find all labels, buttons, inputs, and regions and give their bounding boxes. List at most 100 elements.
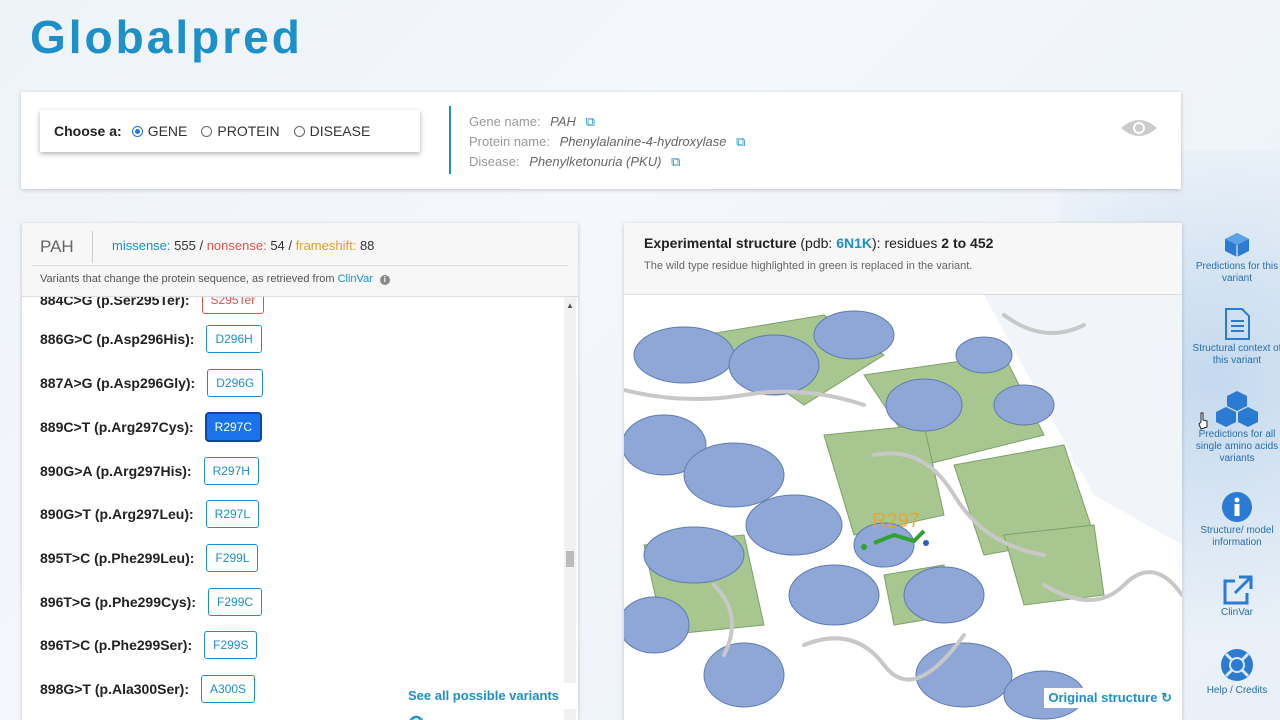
missense-count: 555	[174, 238, 196, 253]
protein-structure-render: R297	[624, 295, 1182, 720]
nonsense-count: 54	[270, 238, 285, 253]
radio-disease-dot[interactable]	[293, 125, 305, 137]
external-link-icon[interactable]: ⧉	[736, 134, 745, 149]
variant-code: 887A>G (p.Asp296Gly):	[40, 375, 196, 391]
radio-gene-label: GENE	[147, 123, 188, 139]
selection-card: Choose a: GENE PROTEIN DISEASE Gene name…	[21, 92, 1181, 189]
variant-button-selected[interactable]: R297C	[205, 413, 262, 441]
scroll-thumb[interactable]	[566, 551, 574, 567]
radio-disease[interactable]: DISEASE	[293, 123, 371, 139]
variant-button[interactable]: R297H	[203, 457, 259, 485]
residues-prefix: ): residues	[872, 235, 938, 251]
see-all-variants-button[interactable]: See all possible variants 👁	[402, 683, 578, 720]
info-icon[interactable]: i	[379, 275, 390, 285]
variant-button[interactable]: F299L	[206, 544, 259, 572]
missense-label: missense:	[112, 238, 171, 253]
variants-gene-name: PAH	[40, 237, 74, 256]
choose-label: Choose a:	[54, 123, 122, 139]
variant-code: 890G>A (p.Arg297His):	[40, 463, 192, 479]
eye-icon[interactable]	[1119, 116, 1159, 140]
nav-clinvar[interactable]: ClinVar	[1190, 575, 1280, 619]
structure-title: Experimental structure (pdb: 6N1K): resi…	[644, 235, 993, 251]
variants-panel: PAH missense: 555 / nonsense: 54 / frame…	[22, 223, 578, 720]
cube-icon	[1225, 233, 1249, 257]
external-link-icon	[1223, 575, 1253, 605]
disease-label: Disease:	[469, 154, 520, 169]
info-icon	[1222, 492, 1252, 522]
list-item: 889C>T (p.Arg297Cys): R297C	[40, 413, 262, 441]
radio-protein-dot[interactable]	[201, 125, 213, 137]
protein-name-line: Protein name: Phenylalanine-4-hydroxylas…	[469, 132, 745, 152]
cubes-icon	[1216, 391, 1258, 427]
nav-label: ClinVar	[1220, 607, 1254, 618]
nav-predictions-variant[interactable]: Predictions for this variant	[1190, 231, 1280, 285]
original-structure-button[interactable]: Original structure ↻	[1044, 688, 1176, 708]
structure-header: Experimental structure (pdb: 6N1K): resi…	[624, 223, 1182, 295]
variant-code: 889C>T (p.Arg297Cys):	[40, 419, 194, 435]
variant-button[interactable]: A300S	[201, 675, 256, 703]
list-item: 884C>G (p.Ser295Ter): S295Ter	[40, 297, 265, 314]
variant-list-scrollbar[interactable]: ▲	[564, 297, 576, 720]
variant-button[interactable]: S295Ter	[201, 297, 265, 314]
variant-code: 890G>T (p.Arg297Leu):	[40, 506, 194, 522]
radio-protein[interactable]: PROTEIN	[201, 123, 280, 139]
variant-button[interactable]: D296H	[206, 325, 262, 353]
variant-button[interactable]: D296G	[207, 369, 264, 397]
external-link-icon[interactable]: ⧉	[586, 114, 595, 129]
header-divider	[32, 265, 568, 266]
variant-code: 898G>T (p.Ala300Ser):	[40, 681, 190, 697]
variant-list[interactable]: 884C>G (p.Ser295Ter): S295Ter 886G>C (p.…	[22, 297, 562, 720]
protein-name-value: Phenylalanine-4-hydroxylase	[559, 134, 727, 149]
structure-title-prefix: Experimental structure	[644, 235, 797, 251]
variant-code: 886G>C (p.Asp296His):	[40, 331, 195, 347]
radio-gene-dot[interactable]	[131, 125, 143, 137]
refresh-icon: ↻	[1161, 690, 1172, 705]
eye-icon: 👁	[408, 714, 425, 720]
variant-button[interactable]: F299C	[208, 588, 263, 616]
nav-structure-info[interactable]: Structure/ model information	[1190, 491, 1280, 549]
see-all-label: See all possible variants	[408, 688, 560, 703]
nav-label: Predictions for this variant	[1195, 261, 1279, 284]
variant-button[interactable]: R297L	[205, 500, 260, 528]
scroll-up-arrow-icon[interactable]: ▲	[566, 301, 574, 310]
structure-subtitle: The wild type residue highlighted in gre…	[644, 260, 973, 272]
variant-button[interactable]: F299S	[204, 631, 258, 659]
nav-structural-context[interactable]: Structural context of this variant	[1190, 307, 1280, 367]
header-separator	[92, 231, 93, 263]
gene-name-value: PAH	[550, 114, 576, 129]
gene-name-line: Gene name: PAH ⧉	[469, 112, 745, 132]
variant-code: 895T>C (p.Phe299Leu):	[40, 550, 195, 566]
structure-panel: Experimental structure (pdb: 6N1K): resi…	[624, 223, 1182, 720]
pdb-prefix: (pdb:	[800, 235, 833, 251]
app-title: Globalpred	[30, 11, 303, 63]
protein-name-label: Protein name:	[469, 134, 550, 149]
residue-label: R297	[872, 510, 920, 532]
radio-gene[interactable]: GENE	[131, 123, 188, 139]
list-item: 896T>C (p.Phe299Ser): F299S	[40, 631, 258, 659]
frameshift-count: 88	[359, 238, 375, 253]
clinvar-link[interactable]: ClinVar	[338, 273, 373, 285]
residue-start: 2	[941, 235, 950, 251]
choose-type-box: Choose a: GENE PROTEIN DISEASE	[40, 110, 420, 152]
list-item: 898G>T (p.Ala300Ser): A300S	[40, 675, 256, 703]
lifebuoy-icon	[1221, 649, 1253, 681]
mouse-cursor-icon	[1198, 412, 1208, 430]
disease-value: Phenylketonuria (PKU)	[529, 154, 662, 169]
variants-header: PAH missense: 555 / nonsense: 54 / frame…	[22, 223, 578, 297]
residue-end: 452	[970, 235, 994, 251]
radio-disease-label: DISEASE	[309, 123, 371, 139]
original-structure-label: Original structure	[1048, 690, 1158, 705]
list-item: 887A>G (p.Asp296Gly): D296G	[40, 369, 264, 397]
external-link-icon[interactable]: ⧉	[671, 154, 680, 169]
protein-structure-viewer[interactable]: R297 Original structure ↻	[624, 295, 1182, 720]
list-item: 890G>T (p.Arg297Leu): R297L	[40, 500, 260, 528]
document-icon	[1225, 308, 1250, 340]
frameshift-label: frameshift:	[295, 238, 357, 253]
pdb-id-link[interactable]: 6N1K	[836, 235, 872, 251]
nonsense-label: nonsense:	[206, 238, 267, 253]
variant-counts: missense: 555 / nonsense: 54 / frameshif…	[112, 238, 375, 253]
nav-help[interactable]: Help / Credits	[1190, 647, 1280, 697]
list-item: 890G>A (p.Arg297His): R297H	[40, 457, 259, 485]
radio-protein-label: PROTEIN	[217, 123, 280, 139]
variant-code: 896T>C (p.Phe299Ser):	[40, 637, 193, 653]
